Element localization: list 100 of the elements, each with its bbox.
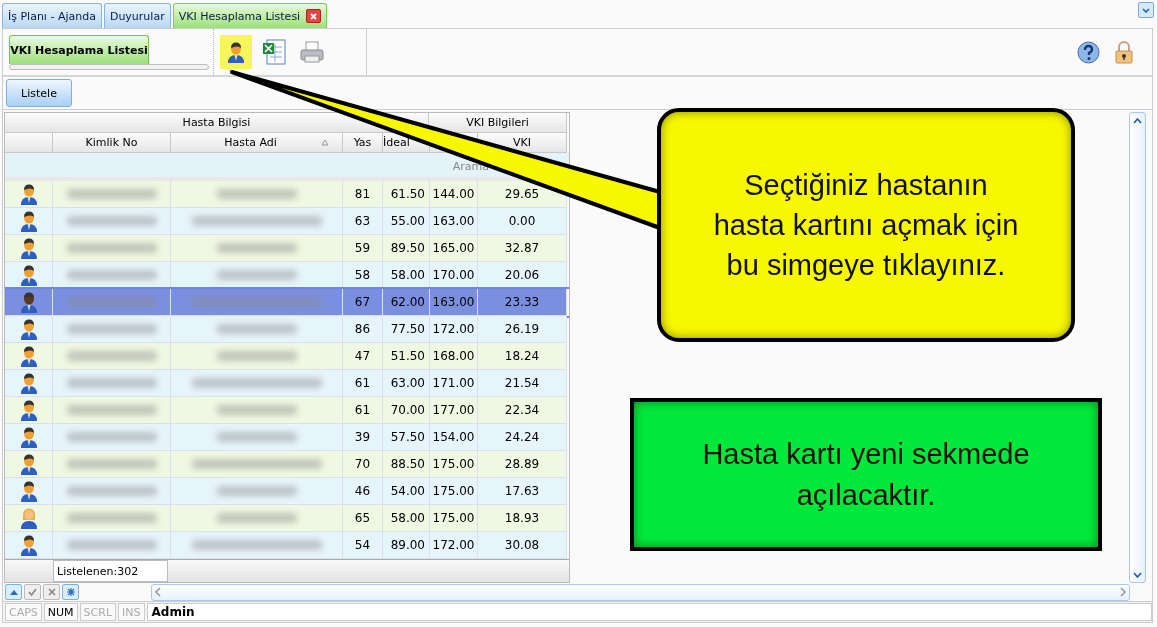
table-row[interactable]: 63 55.00 163.00 0.00 [5, 208, 569, 235]
table-cell: 51.50 [383, 343, 430, 370]
table-cell: 175.00 [430, 505, 478, 532]
table-cell: 172.00 [430, 316, 478, 343]
person-icon [18, 372, 39, 394]
status-indicator: INS [118, 603, 145, 621]
table-cell: 28.89 [478, 451, 567, 478]
table-row[interactable]: 70 88.50 175.00 28.89 [5, 451, 569, 478]
list-button[interactable]: Listele [6, 79, 72, 107]
table-row[interactable]: 86 77.50 172.00 26.19 [5, 316, 569, 343]
table-cell: 70.00 [383, 397, 430, 424]
table-cell: 61.50 [383, 181, 430, 208]
person-icon [18, 237, 39, 259]
table-row[interactable]: 61 63.00 171.00 21.54 [5, 370, 569, 397]
table-cell: 39 [343, 424, 383, 451]
table-cell: 165.00 [430, 235, 478, 262]
table-cell: 55.00 [383, 208, 430, 235]
table-cell: 32.87 [478, 235, 567, 262]
person-icon [226, 41, 246, 63]
cancel-button[interactable] [43, 584, 60, 600]
vertical-scrollbar[interactable] [1129, 112, 1146, 583]
asterisk-button[interactable] [62, 584, 79, 600]
status-indicator: SCRL [79, 603, 117, 621]
horizontal-scrollbar[interactable] [151, 583, 1130, 601]
dropdown-button[interactable] [1138, 2, 1154, 18]
lock-icon[interactable] [1114, 40, 1134, 64]
triangle-up-icon [9, 589, 18, 595]
table-cell: 46 [343, 478, 383, 505]
person-icon [18, 507, 39, 529]
person-icon [18, 453, 39, 475]
table-cell: 65 [343, 505, 383, 532]
table-cell: 57.50 [383, 424, 430, 451]
nav-first-button[interactable] [5, 584, 22, 600]
table-cell: 163.00 [430, 208, 478, 235]
table-cell: 77.50 [383, 316, 430, 343]
table-cell: 17.63 [478, 478, 567, 505]
table-row[interactable]: 67 62.00 163.00 23.33 [5, 289, 569, 316]
table-cell: 47 [343, 343, 383, 370]
table-row[interactable]: 61 70.00 177.00 22.34 [5, 397, 569, 424]
group-header: VKI Bilgileri [429, 113, 567, 133]
table-cell: 70 [343, 451, 383, 478]
check-icon [28, 588, 37, 596]
person-icon [18, 291, 39, 313]
table-cell: 54.00 [383, 478, 430, 505]
table-cell: 81 [343, 181, 383, 208]
tab[interactable]: İş Planı - Ajanda [2, 3, 102, 28]
column-header[interactable]: Yas [343, 133, 383, 153]
table-cell: 177.00 [430, 397, 478, 424]
printer-icon [299, 40, 325, 64]
column-header[interactable]: Kimlik No [53, 133, 171, 153]
table-cell: 18.24 [478, 343, 567, 370]
table-row[interactable]: 54 89.00 172.00 30.08 [5, 532, 569, 559]
table-row[interactable]: 46 54.00 175.00 17.63 [5, 478, 569, 505]
table-row[interactable]: 81 61.50 144.00 29.65 [5, 181, 569, 208]
table-cell: 54 [343, 532, 383, 559]
callout: Hasta kartı yeni sekmede açılacaktır. [630, 398, 1102, 551]
table-row[interactable]: 59 89.50 165.00 32.87 [5, 235, 569, 262]
scroll-right-icon[interactable] [1117, 586, 1129, 598]
table-cell: 63 [343, 208, 383, 235]
help-icon[interactable] [1077, 40, 1100, 64]
status-indicator: NUM [43, 603, 78, 621]
person-icon [18, 426, 39, 448]
status-indicator: CAPS [5, 603, 42, 621]
table-row[interactable]: 47 51.50 168.00 18.24 [5, 343, 569, 370]
table-row[interactable]: 39 57.50 154.00 24.24 [5, 424, 569, 451]
chevron-down-icon [1142, 7, 1150, 13]
table-cell: 62.00 [383, 289, 430, 316]
table-cell: 168.00 [430, 343, 478, 370]
table-row[interactable]: 65 58.00 175.00 18.93 [5, 505, 569, 532]
table-cell: 170.00 [430, 262, 478, 289]
table-cell: 86 [343, 316, 383, 343]
table-cell: 175.00 [430, 478, 478, 505]
column-header[interactable]: Hasta Adi [171, 133, 343, 153]
table-cell: 63.00 [383, 370, 430, 397]
table-cell: 171.00 [430, 370, 478, 397]
table-cell: 26.19 [478, 316, 567, 343]
asterisk-icon [66, 588, 75, 596]
confirm-button[interactable] [24, 584, 41, 600]
patient-card-button[interactable] [220, 35, 252, 69]
person-icon [18, 399, 39, 421]
table-cell: 0.00 [478, 208, 567, 235]
close-icon[interactable] [306, 9, 322, 23]
scroll-left-icon[interactable] [152, 586, 164, 598]
table-cell: 61 [343, 397, 383, 424]
table-cell: 154.00 [430, 424, 478, 451]
table-cell: 175.00 [430, 451, 478, 478]
spreadsheet-icon [262, 39, 286, 65]
row-count: Listelenen:302 [53, 560, 168, 582]
person-icon [18, 210, 39, 232]
table-cell: 23.33 [478, 289, 567, 316]
table-row[interactable]: 58 58.00 170.00 20.06 [5, 262, 569, 289]
person-icon [18, 480, 39, 502]
person-icon [18, 183, 39, 205]
tab[interactable]: Duyurular [103, 3, 171, 28]
user-name: Admin [146, 603, 1152, 621]
table-cell: 163.00 [430, 289, 478, 316]
table-cell: 18.93 [478, 505, 567, 532]
tab[interactable]: VKI Hesaplama Listesi [172, 3, 328, 28]
panel-tab[interactable]: VKI Hesaplama Listesi [9, 35, 149, 64]
close-icon [47, 588, 56, 596]
